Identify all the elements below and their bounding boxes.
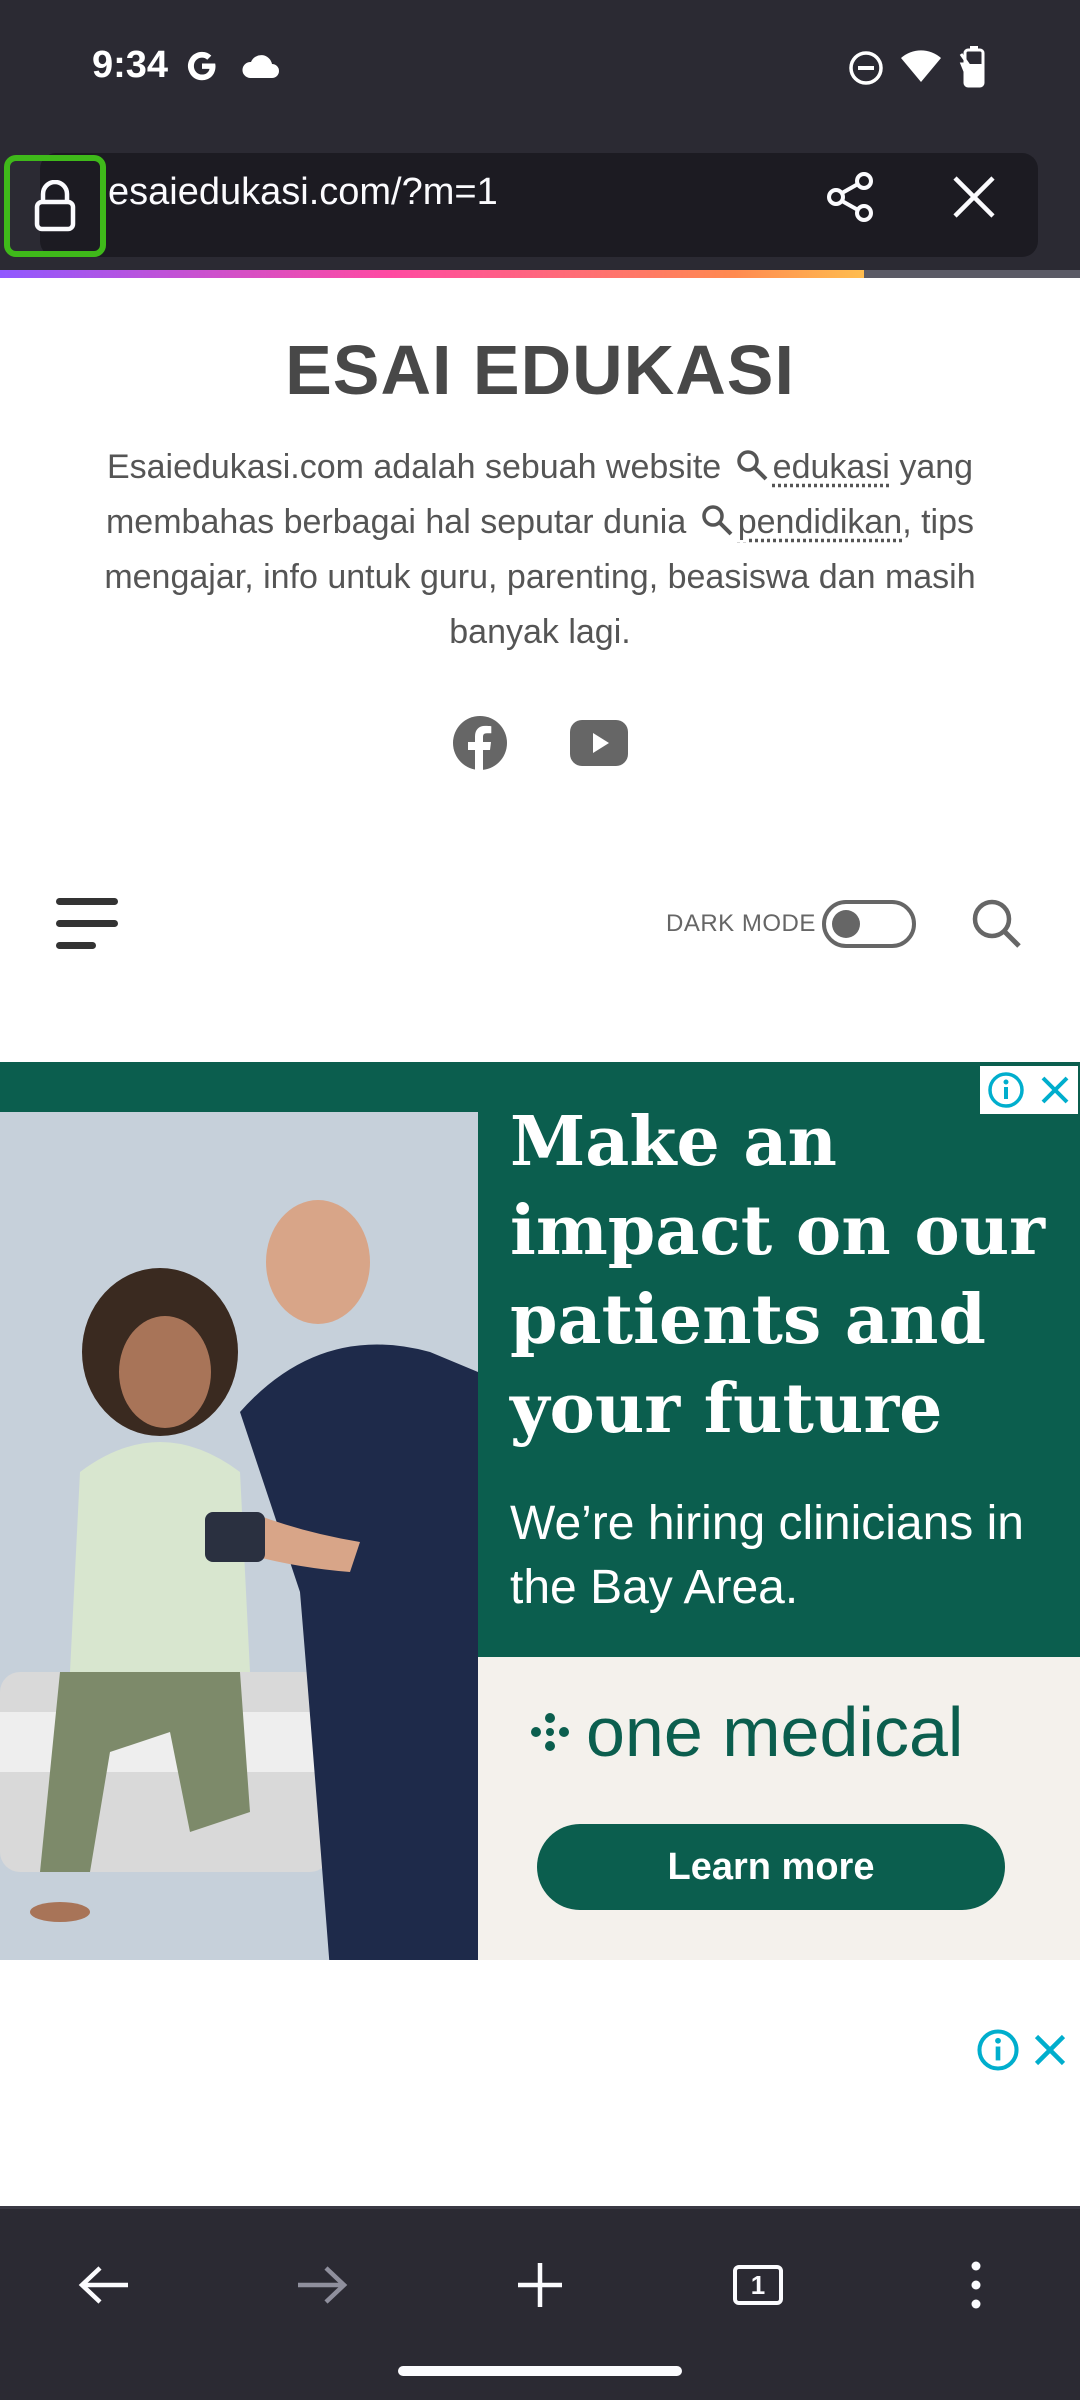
status-bar: 9:34 [0, 0, 1080, 135]
status-time: 9:34 [92, 44, 169, 86]
ad-brand-logo: one medical [528, 1692, 963, 1772]
keyword-link-pendidikan[interactable]: pendidikan [738, 503, 902, 541]
share-icon [827, 172, 873, 222]
ad-brand-name: one medical [586, 1693, 964, 1771]
arrow-left-icon [78, 2266, 128, 2304]
site-security-button[interactable] [4, 155, 106, 257]
menu-bar [56, 942, 96, 949]
more-menu-button[interactable] [936, 2245, 1016, 2325]
description-text: Esaiedukasi.com adalah sebuah website [106, 448, 722, 486]
dark-mode-toggle[interactable] [822, 900, 916, 948]
forward-button[interactable] [282, 2245, 362, 2325]
ad-subtext: We’re hiring clinicians in the Bay Area. [510, 1497, 1024, 1614]
home-indicator[interactable] [398, 2366, 682, 2376]
close-ad-icon[interactable] [1039, 1074, 1071, 1106]
keyword-link-edukasi[interactable]: edukasi [773, 448, 890, 486]
menu-bar [56, 898, 118, 905]
ad-headline: Make an impact on our patients and your … [510, 1102, 1045, 1449]
info-icon[interactable] [987, 1071, 1025, 1109]
ad-choices-secondary[interactable] [970, 2026, 1074, 2074]
share-button[interactable] [812, 159, 888, 235]
google-icon [187, 51, 216, 81]
wifi-icon [901, 50, 941, 82]
search-icon [701, 505, 733, 536]
new-tab-button[interactable] [500, 2245, 580, 2325]
plus-icon [518, 2263, 562, 2307]
more-vertical-icon [971, 2261, 981, 2309]
clinicians-illustration [0, 1112, 478, 1960]
progress-fill [0, 270, 864, 278]
battery-icon [959, 46, 985, 88]
menu-bar [56, 920, 118, 927]
search-icon [736, 450, 768, 481]
tab-count: 1 [733, 2265, 783, 2305]
facebook-icon[interactable] [452, 715, 508, 771]
close-ad-icon[interactable] [1032, 2032, 1068, 2068]
youtube-icon[interactable] [570, 720, 628, 766]
ad-photo [0, 1112, 478, 1960]
site-description: Esaiedukasi.com adalah sebuah website ed… [60, 440, 1020, 660]
dark-mode-label: DARK MODE [666, 910, 816, 937]
dnd-icon [849, 51, 883, 85]
close-custom-tab-button[interactable] [936, 159, 1012, 235]
hamburger-menu-button[interactable] [56, 898, 122, 952]
back-button[interactable] [64, 2245, 144, 2325]
toggle-knob [832, 910, 860, 938]
site-title[interactable]: ESAI EDUKASI [0, 330, 1080, 410]
ad-choices[interactable] [980, 1066, 1078, 1114]
one-medical-logo-icon [531, 1713, 569, 1751]
url-text[interactable]: esaiedukasi.com/?m=1 [108, 171, 498, 214]
ad-learn-more-button[interactable]: Learn more [537, 1824, 1005, 1910]
advertisement-banner[interactable]: Make an impact on our patients and your … [0, 1062, 1080, 1960]
cloud-icon [242, 55, 279, 78]
search-icon[interactable] [970, 897, 1022, 949]
tabs-button[interactable]: 1 [718, 2245, 798, 2325]
lock-icon [34, 180, 76, 232]
arrow-right-icon [298, 2266, 348, 2304]
browser-toolbar: esaiedukasi.com/?m=1 [0, 135, 1080, 278]
close-icon [953, 176, 995, 218]
info-icon[interactable] [976, 2028, 1020, 2072]
page-load-progress [0, 270, 1080, 278]
